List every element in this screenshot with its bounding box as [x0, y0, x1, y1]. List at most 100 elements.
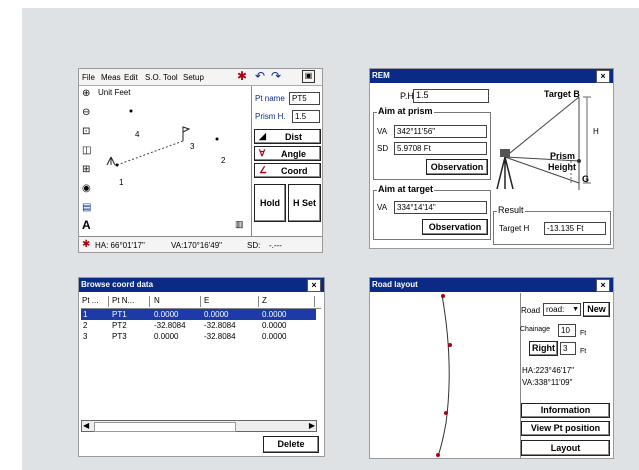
aim-target-title: Aim at target — [377, 184, 435, 194]
road-title: Road layout — [372, 280, 418, 289]
layout-button[interactable]: Layout — [521, 440, 610, 456]
cell-pt: 1 — [83, 310, 88, 319]
right-field[interactable]: 3 — [560, 342, 576, 355]
va2-field: 334°14'14" — [394, 201, 487, 214]
close-icon[interactable]: × — [307, 279, 321, 292]
table-row[interactable]: 2 PT2 -32.8084 -32.8084 0.0000 — [81, 320, 316, 331]
chainage-marker — [448, 343, 452, 347]
cell-z: 0.0000 — [262, 321, 287, 330]
target-h-label: Target H — [499, 224, 530, 233]
col-header-n[interactable]: N — [154, 296, 201, 307]
chainage-marker — [444, 411, 448, 415]
pan-icon[interactable]: ⊞ — [82, 165, 90, 175]
delete-button[interactable]: Delete — [263, 436, 319, 453]
col-header-pt[interactable]: Pt ... — [82, 296, 109, 307]
point-label-3: 3 — [190, 142, 195, 151]
menu-meas[interactable]: Meas — [101, 73, 121, 82]
point-marker — [215, 137, 219, 141]
screen-icon[interactable]: ▤ — [82, 203, 91, 213]
table-header: Pt ... Pt N... N E Z — [81, 295, 321, 309]
col-header-ptname[interactable]: Pt N... — [112, 296, 150, 307]
observation-button[interactable]: Observation — [426, 159, 488, 175]
target-icon[interactable]: ◉ — [82, 184, 91, 194]
scroll-right-icon[interactable]: ▶ — [309, 421, 315, 431]
col-header-e[interactable]: E — [204, 296, 259, 307]
chainage-field[interactable]: 10 — [558, 324, 576, 337]
menu-tool[interactable]: Tool — [163, 73, 178, 82]
point-marker — [115, 163, 119, 167]
chevron-down-icon[interactable]: ▼ — [572, 304, 579, 315]
rem-diagram — [496, 96, 591, 190]
dist-icon: ◢ — [259, 131, 266, 141]
information-button[interactable]: Information — [521, 403, 610, 418]
prism-field[interactable]: 1.5 — [292, 110, 320, 123]
diagram-prism: Prism — [550, 151, 576, 161]
view-icon[interactable]: ▣ — [302, 70, 315, 83]
unit-label: Unit Feet — [98, 88, 131, 97]
sd-label: SD — [377, 144, 389, 153]
road-screen: Road layout × Road road: ▼ New Chainage … — [369, 277, 614, 459]
zoom-in-icon[interactable]: ⊕ — [82, 89, 90, 99]
cell-n: -32.8084 — [154, 321, 186, 330]
cell-e: -32.8084 — [204, 321, 236, 330]
pht-field[interactable]: 1.5 — [413, 89, 489, 103]
text-icon[interactable]: A — [82, 219, 91, 231]
new-button[interactable]: New — [583, 302, 610, 317]
menu-setup[interactable]: Setup — [183, 73, 204, 82]
tripod-status-icon: ✱ — [82, 239, 91, 250]
result-title: Result — [497, 205, 525, 215]
coord-button[interactable]: ∠ Coord — [254, 163, 321, 178]
tool-column: ⊕ ⊖ ⊡ ◫ ⊞ ◉ ▤ A — [79, 86, 95, 236]
road-select-value: road: — [546, 305, 565, 314]
point-label-2: 2 — [221, 156, 226, 165]
menu-edit[interactable]: Edit — [124, 73, 138, 82]
zoom-window-icon[interactable]: ◫ — [82, 146, 91, 156]
road-select[interactable]: road: ▼ — [543, 303, 581, 316]
close-icon[interactable]: × — [596, 279, 610, 292]
va-field: 342°11'56" — [394, 125, 487, 138]
table-row[interactable]: 1 PT1 0.0000 0.0000 0.0000 — [81, 309, 316, 320]
cell-e: 0.0000 — [204, 310, 229, 319]
menu-so[interactable]: S.O. — [145, 73, 161, 82]
right-button[interactable]: Right — [529, 341, 558, 356]
instrument-icon[interactable]: ✱ — [237, 70, 247, 82]
menu-file[interactable]: File — [82, 73, 95, 82]
rotate-left-icon[interactable]: ↶ — [255, 70, 265, 82]
hold-button[interactable]: Hold — [254, 184, 286, 222]
scroll-left-icon[interactable]: ◀ — [83, 421, 89, 431]
hset-button[interactable]: H Set — [288, 184, 321, 222]
diagram-g: G — [582, 174, 590, 184]
coord-icon: ∠ — [259, 165, 268, 175]
diagram-target: Target B — [544, 89, 580, 99]
browse-screen: Browse coord data × Pt ... Pt N... N E Z… — [78, 277, 325, 457]
aim-prism-group: Aim at prism VA 342°11'56" SD 5.9708 Ft … — [373, 106, 491, 180]
close-icon[interactable]: × — [596, 70, 610, 83]
point-label-4: 4 — [135, 130, 140, 139]
battery-icon: ▥ — [235, 219, 244, 229]
table-row[interactable]: 3 PT3 0.0000 -32.8084 0.0000 — [81, 331, 316, 342]
scroll-thumb[interactable] — [94, 422, 236, 432]
zoom-out-icon[interactable]: ⊖ — [82, 108, 90, 118]
prism-label: Prism H. — [255, 112, 286, 121]
diagram-height: Height — [548, 162, 576, 172]
road-alignment — [437, 294, 450, 457]
view-pt-position-button[interactable]: View Pt position — [521, 421, 610, 436]
cell-ptname: PT3 — [112, 332, 127, 341]
pt-name-field[interactable]: PT5 — [289, 92, 320, 105]
ha-text: HA:223°46'17" — [522, 366, 575, 375]
sketch-canvas[interactable] — [97, 99, 251, 235]
dist-button[interactable]: ◢ Dist — [254, 129, 321, 144]
col-header-z[interactable]: Z — [262, 296, 315, 307]
right-unit: Ft — [580, 348, 587, 355]
status-bar: ✱ HA: 66°01'17" VA:170°16'49" SD: -.--- — [79, 236, 322, 252]
angle-button[interactable]: ∀ Angle — [254, 146, 321, 161]
zoom-fit-icon[interactable]: ⊡ — [82, 127, 90, 137]
status-sd-value: -.--- — [269, 241, 282, 250]
rotate-right-icon[interactable]: ↷ — [271, 70, 281, 82]
chainage-unit: Ft — [580, 330, 587, 337]
road-canvas[interactable] — [370, 293, 521, 458]
point-label-1: 1 — [119, 178, 124, 187]
observation2-button[interactable]: Observation — [422, 219, 488, 235]
horizontal-scrollbar[interactable]: ◀ ▶ — [81, 420, 317, 432]
rem-title: REM — [372, 71, 390, 80]
